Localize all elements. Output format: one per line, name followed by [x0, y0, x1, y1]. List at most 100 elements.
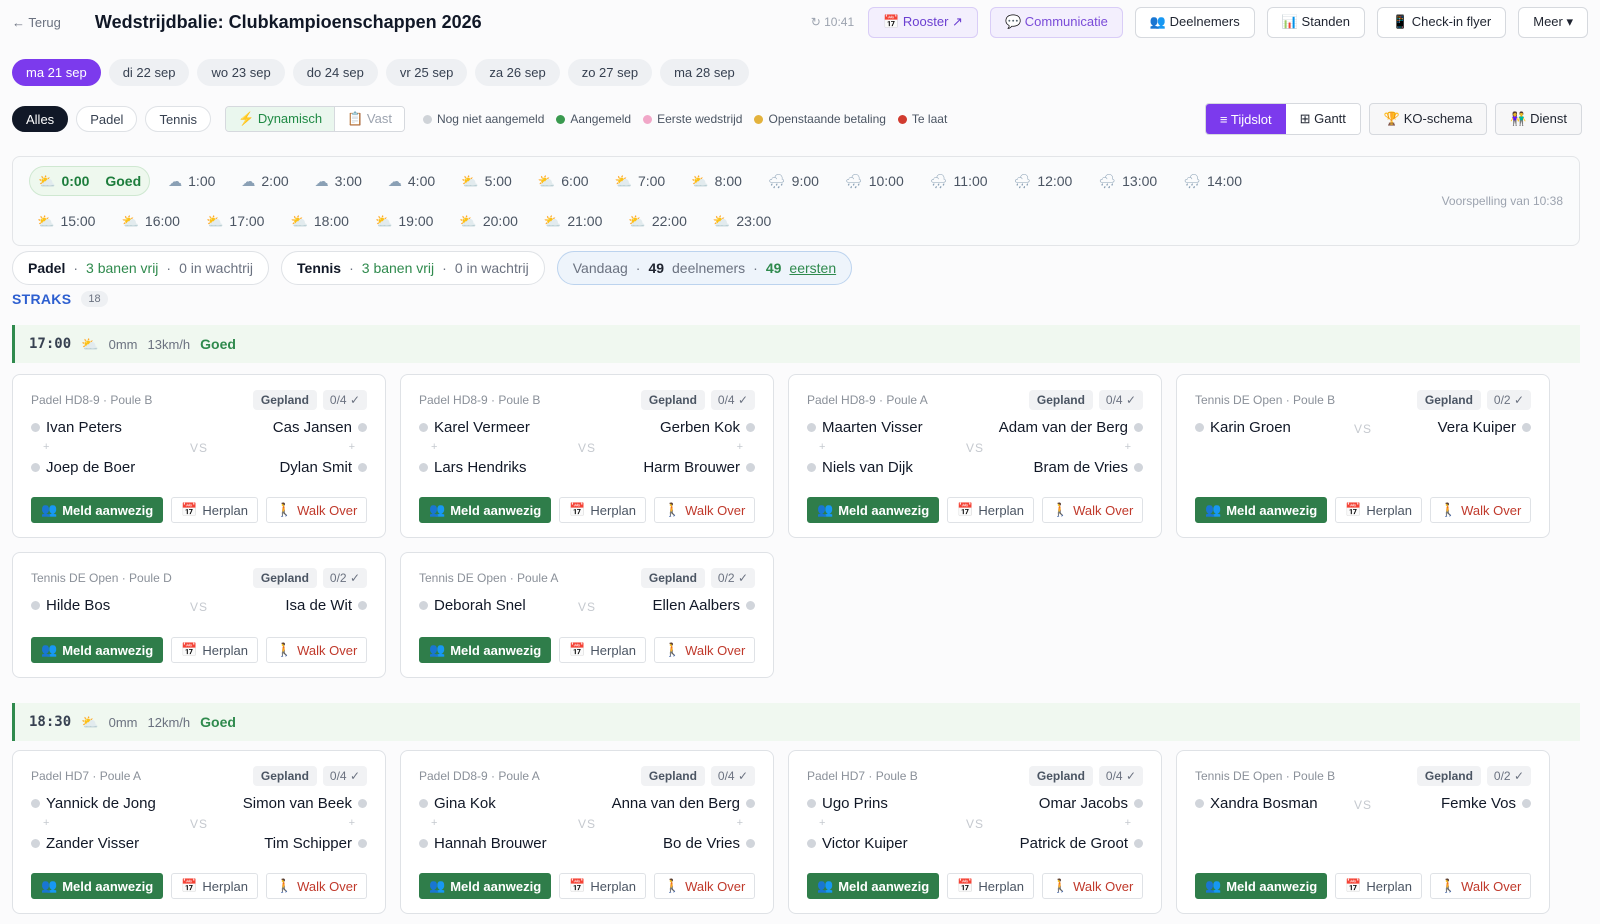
check-in-button[interactable]: 👥 Meld aanwezig — [1195, 497, 1328, 523]
day-tab[interactable]: ma 28 sep — [660, 59, 749, 86]
walkover-button[interactable]: 🚶 Walk Over — [1429, 497, 1532, 523]
filter-padel[interactable]: Padel — [76, 106, 138, 132]
walkover-button[interactable]: 🚶 Walk Over — [1429, 873, 1532, 899]
player-name[interactable]: Gina Kok — [434, 795, 496, 812]
player-name[interactable]: Dylan Smit — [279, 459, 352, 476]
replan-button[interactable]: 📅 Herplan — [947, 497, 1034, 523]
check-in-button[interactable]: 👥 Meld aanwezig — [31, 637, 164, 663]
weather-hour[interactable]: ☁ 1:00 — [160, 166, 223, 196]
weather-hour[interactable]: ⛅ 5:00 — [453, 166, 520, 196]
walkover-button[interactable]: 🚶 Walk Over — [265, 873, 368, 899]
weather-hour[interactable]: ⛅ 20:00 — [451, 206, 525, 236]
player-name[interactable]: Gerben Kok — [660, 419, 740, 436]
player-name[interactable]: Lars Hendriks — [434, 459, 527, 476]
day-tab[interactable]: ma 21 sep — [12, 59, 101, 86]
padel-summary[interactable]: Padel · 3 banen vrij · 0 in wachtrij — [12, 251, 270, 285]
player-name[interactable]: Maarten Visser — [822, 419, 923, 436]
meer-menu-button[interactable]: Meer ▾ — [1518, 6, 1588, 38]
replan-button[interactable]: 📅 Herplan — [1335, 873, 1422, 899]
tennis-summary[interactable]: Tennis · 3 banen vrij · 0 in wachtrij — [281, 251, 545, 285]
mode-fixed[interactable]: 📋 Vast — [334, 107, 404, 131]
player-name[interactable]: Cas Jansen — [273, 419, 352, 436]
view-tijdslot[interactable]: ≡ Tijdslot — [1205, 104, 1286, 134]
filter-tennis[interactable]: Tennis — [145, 106, 212, 132]
weather-hour[interactable]: ⛅ 22:00 — [620, 206, 694, 236]
walkover-button[interactable]: 🚶 Walk Over — [653, 873, 756, 899]
replan-button[interactable]: 📅 Herplan — [171, 637, 258, 663]
player-name[interactable]: Victor Kuiper — [822, 835, 908, 852]
dienst-button[interactable]: 👫 Dienst — [1495, 103, 1582, 135]
weather-hour[interactable]: 🌧 11:00 — [922, 166, 996, 196]
check-in-button[interactable]: 👥 Meld aanwezig — [807, 497, 940, 523]
player-name[interactable]: Simon van Beek — [243, 795, 352, 812]
today-summary[interactable]: Vandaag · 49 deelnemers · 49 eersten — [556, 251, 853, 285]
weather-hour[interactable]: ⛅ 0:00 Goed — [29, 166, 151, 196]
firsts-link[interactable]: eersten — [789, 260, 836, 276]
player-name[interactable]: Niels van Dijk — [822, 459, 913, 476]
standen-button[interactable]: 📊 Standen — [1266, 6, 1365, 38]
replan-button[interactable]: 📅 Herplan — [1335, 497, 1422, 523]
replan-button[interactable]: 📅 Herplan — [559, 873, 646, 899]
weather-hour[interactable]: ☁ 2:00 — [233, 166, 296, 196]
weather-hour[interactable]: ⛅ 18:00 — [282, 206, 356, 236]
weather-hour[interactable]: ⛅ 16:00 — [113, 206, 187, 236]
refresh-clock[interactable]: ↻ 10:41 — [811, 15, 854, 29]
replan-button[interactable]: 📅 Herplan — [559, 497, 646, 523]
mode-dynamic[interactable]: ⚡ Dynamisch — [226, 107, 335, 131]
walkover-button[interactable]: 🚶 Walk Over — [653, 497, 756, 523]
day-tab[interactable]: zo 27 sep — [567, 59, 653, 86]
player-name[interactable]: Patrick de Groot — [1020, 835, 1128, 852]
weather-hour[interactable]: 🌧 10:00 — [837, 166, 912, 196]
weather-hour[interactable]: ⛅ 7:00 — [607, 166, 674, 196]
replan-button[interactable]: 📅 Herplan — [559, 637, 646, 663]
check-in-button[interactable]: 👥 Meld aanwezig — [31, 873, 164, 899]
weather-hour[interactable]: ⛅ 21:00 — [536, 206, 610, 236]
check-in-button[interactable]: 👥 Meld aanwezig — [419, 497, 552, 523]
filter-alles[interactable]: Alles — [12, 106, 69, 132]
player-name[interactable]: Omar Jacobs — [1039, 795, 1128, 812]
walkover-button[interactable]: 🚶 Walk Over — [1041, 873, 1144, 899]
weather-hour[interactable]: ⛅ 19:00 — [367, 206, 441, 236]
weather-hour[interactable]: 🌧 14:00 — [1175, 166, 1250, 196]
weather-hour[interactable]: ☁ 4:00 — [380, 166, 443, 196]
player-name[interactable]: Hannah Brouwer — [434, 835, 547, 852]
player-name[interactable]: Adam van der Berg — [999, 419, 1128, 436]
weather-hour[interactable]: ⛅ 17:00 — [198, 206, 272, 236]
weather-hour[interactable]: ⛅ 8:00 — [683, 166, 750, 196]
player-name[interactable]: Tim Schipper — [264, 835, 352, 852]
day-tab[interactable]: do 24 sep — [292, 59, 378, 86]
check-in-button[interactable]: 👥 Meld aanwezig — [31, 497, 164, 523]
player-name[interactable]: Karel Vermeer — [434, 419, 530, 436]
check-in-button[interactable]: 👥 Meld aanwezig — [419, 873, 552, 899]
weather-hour[interactable]: ⛅ 15:00 — [29, 206, 103, 236]
weather-hour[interactable]: 🌧 13:00 — [1090, 166, 1165, 196]
weather-hour[interactable]: 🌧 9:00 — [760, 166, 827, 196]
replan-button[interactable]: 📅 Herplan — [171, 497, 258, 523]
player-name[interactable]: Bram de Vries — [1034, 459, 1128, 476]
check-in-button[interactable]: 👥 Meld aanwezig — [419, 637, 552, 663]
checkin-flyer-button[interactable]: 📱 Check-in flyer — [1376, 6, 1507, 38]
weather-hour[interactable]: 🌧 12:00 — [1006, 166, 1081, 196]
player-name[interactable]: Anna van den Berg — [612, 795, 740, 812]
communicatie-button[interactable]: 💬 Communicatie — [989, 6, 1123, 38]
deelnemers-button[interactable]: 👥 Deelnemers — [1134, 6, 1255, 38]
player-name[interactable]: Ugo Prins — [822, 795, 888, 812]
player-name[interactable]: Harm Brouwer — [643, 459, 740, 476]
player-name[interactable]: Zander Visser — [46, 835, 139, 852]
player-name[interactable]: Bo de Vries — [663, 835, 740, 852]
player-name[interactable]: Yannick de Jong — [46, 795, 156, 812]
rooster-button[interactable]: 📅 Rooster ↗ — [868, 6, 978, 38]
view-gantt[interactable]: ⊞ Gantt — [1285, 104, 1360, 134]
weather-hour[interactable]: ☁ 3:00 — [307, 166, 370, 196]
replan-button[interactable]: 📅 Herplan — [947, 873, 1034, 899]
walkover-button[interactable]: 🚶 Walk Over — [1041, 497, 1144, 523]
ko-schema-button[interactable]: 🏆 KO-schema — [1368, 103, 1488, 135]
weather-hour[interactable]: ⛅ 23:00 — [705, 206, 779, 236]
replan-button[interactable]: 📅 Herplan — [171, 873, 258, 899]
walkover-button[interactable]: 🚶 Walk Over — [265, 497, 368, 523]
day-tab[interactable]: wo 23 sep — [197, 59, 285, 86]
walkover-button[interactable]: 🚶 Walk Over — [265, 637, 368, 663]
player-name[interactable]: Ivan Peters — [46, 419, 122, 436]
day-tab[interactable]: za 26 sep — [475, 59, 560, 86]
check-in-button[interactable]: 👥 Meld aanwezig — [807, 873, 940, 899]
